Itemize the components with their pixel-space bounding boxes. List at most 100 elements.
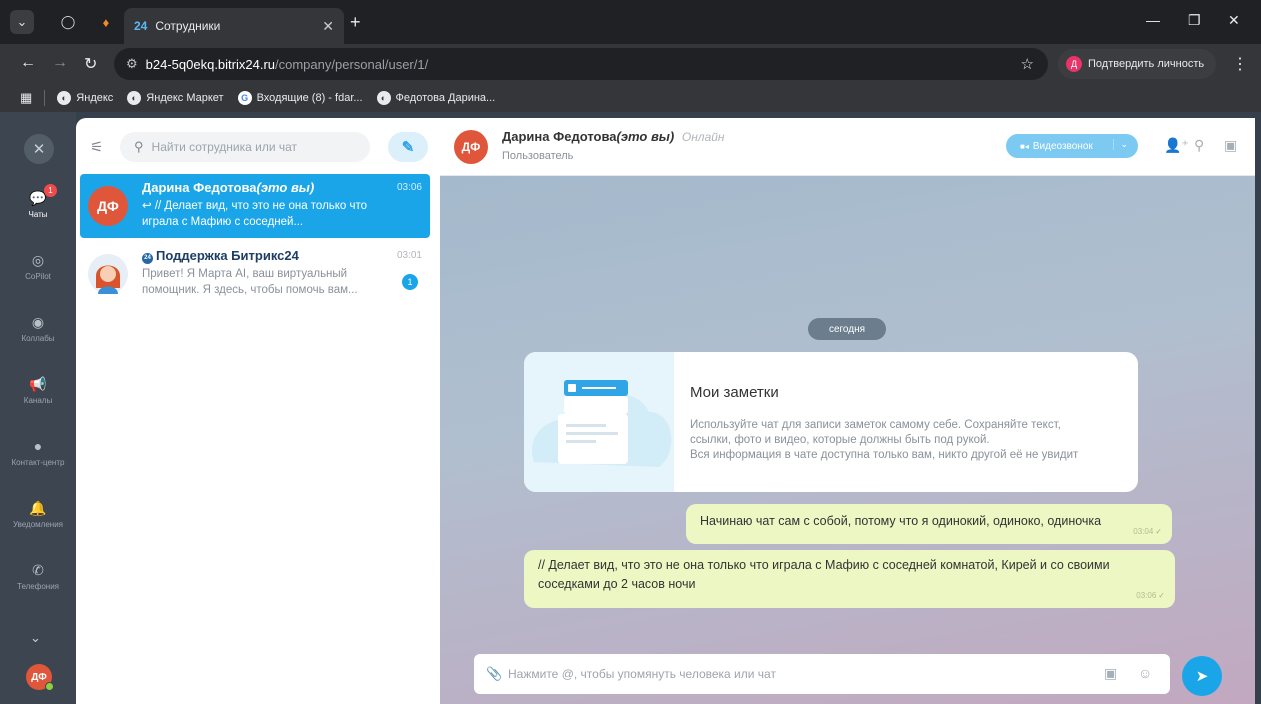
bookmarks-bar: ▦ ◐ Яндекс ◐ Яндекс Маркет G Входящие (8) -… xyxy=(0,84,1261,112)
sidebar-toggle-icon[interactable]: ▣ xyxy=(1224,137,1237,154)
new-chat-button[interactable]: ✎ xyxy=(388,132,428,162)
minimize-button[interactable]: — xyxy=(1146,12,1160,28)
send-icon: ➤ xyxy=(1195,668,1209,685)
notes-illustration-icon xyxy=(524,352,674,492)
new-tab-button[interactable]: + xyxy=(350,12,361,33)
check-icon: ✓ xyxy=(1155,527,1162,536)
chat-preview: ↩ // Делает вид, что это не она только ч… xyxy=(142,200,368,228)
notes-info-card: Мои заметки Используйте чат для записи з… xyxy=(524,352,1138,492)
nav-item-label: Чаты xyxy=(28,210,48,219)
message-text: // Делает вид, что это не она только что… xyxy=(538,558,1110,591)
google-icon: G xyxy=(237,91,252,105)
window-close-button[interactable]: ✕ xyxy=(1228,12,1240,29)
nav-item-channels[interactable]: 📢 Каналы xyxy=(0,376,76,405)
chevron-down-icon[interactable]: ⌄ xyxy=(30,630,41,646)
nav-item-label: Контакт-центр xyxy=(11,458,65,467)
search-icon: ⚲ xyxy=(134,139,144,154)
url-path: /company/personal/user/1/ xyxy=(275,56,429,72)
close-messenger-button[interactable]: ✕ xyxy=(24,134,54,164)
notes-title: Мои заметки xyxy=(690,384,779,401)
url-host: b24-5q0ekq.bitrix24.ru xyxy=(145,56,276,72)
nav-item-contact-center[interactable]: ● Контакт-центр xyxy=(0,438,76,467)
notes-description: Используйте чат для записи заметок самом… xyxy=(690,419,1079,461)
video-call-button[interactable]: ■◂ Видеозвонок ⌄ xyxy=(1006,134,1138,158)
bookmark-star-icon[interactable]: ☆ xyxy=(1021,55,1034,73)
chat-list-item[interactable]: 24 Поддержка Битрикс24 03:01 Привет! Я Ма… xyxy=(80,242,430,306)
nav-item-collabs[interactable]: ◉ Коллабы xyxy=(0,314,76,343)
chevron-down-icon[interactable]: ⌄ xyxy=(1113,139,1128,150)
restore-button[interactable]: ❐ xyxy=(1188,12,1201,29)
globe-icon: ◐ xyxy=(57,91,72,105)
chat-subtitle: Пользователь xyxy=(502,150,574,162)
profile-avatar: Д xyxy=(1066,56,1082,72)
avatar: ДФ xyxy=(88,186,128,226)
reload-icon[interactable]: ↻ xyxy=(84,54,97,74)
filter-icon[interactable]: ⚟ xyxy=(90,138,103,156)
date-divider: сегодня xyxy=(808,318,886,340)
smile-icon[interactable]: ☺ xyxy=(1138,665,1152,681)
chat-panel: ДФ Дарина Федотова(это вы) Онлайн Пользо… xyxy=(440,118,1255,704)
tab-close-icon[interactable]: ✕ xyxy=(322,18,334,35)
search-placeholder: Найти сотрудника или чат xyxy=(151,140,298,154)
messenger-sidebar: ✕ 💬 1 Чаты ◎ CoPilot ◉ Коллабы 📢 Каналы … xyxy=(0,112,76,704)
chat-list-item[interactable]: ДФ Дарина Федотова(это вы) 03:06 ↩ // Де… xyxy=(80,174,430,238)
address-bar[interactable]: ⚙ b24-5q0ekq.bitrix24.ru/company/persona… xyxy=(114,48,1048,80)
online-status-dot xyxy=(45,682,54,691)
message-input[interactable]: 📎 Нажмите @, чтобы упомянуть человека ил… xyxy=(474,654,1170,694)
bookmark-yandex[interactable]: ◐ Яндекс xyxy=(57,91,113,105)
compose-icon: ✎ xyxy=(401,139,415,156)
globe-icon: ◐ xyxy=(127,91,142,105)
bookmark-fedotova[interactable]: ◐ Федотова Дарина... xyxy=(376,91,495,105)
search-input[interactable]: ⚲ Найти сотрудника или чат xyxy=(120,132,370,162)
attach-icon[interactable]: 📎 xyxy=(486,666,502,682)
chat-title[interactable]: Дарина Федотова(это вы) Онлайн xyxy=(502,129,725,144)
nav-item-telephony[interactable]: ✆ Телефония xyxy=(0,562,76,591)
browser-toolbar: ← → ↻ ⚙ b24-5q0ekq.bitrix24.ru/company/p… xyxy=(0,44,1261,84)
browser-menu-icon[interactable]: ⋮ xyxy=(1232,54,1248,74)
avatar xyxy=(88,254,128,294)
nav-item-copilot[interactable]: ◎ CoPilot xyxy=(0,252,76,281)
bitrix24-badge-icon: 24 xyxy=(142,252,153,264)
search-icon[interactable]: ⚲ xyxy=(1194,137,1204,154)
add-user-icon[interactable]: 👤⁺ xyxy=(1164,137,1189,154)
nav-item-chats[interactable]: 💬 1 Чаты xyxy=(0,184,76,219)
bookmark-yandex-market[interactable]: ◐ Яндекс Маркет xyxy=(127,91,224,105)
message-area: сегодня Мои заметки Используйте чат для … xyxy=(440,176,1255,704)
chat-name: Дарина Федотова(это вы) xyxy=(142,180,315,195)
bell-icon: 🔔 xyxy=(29,500,47,516)
megaphone-icon: 📢 xyxy=(29,376,47,392)
nav-item-notifications[interactable]: 🔔 Уведомления xyxy=(0,500,76,529)
contact-center-icon: ● xyxy=(33,438,43,454)
verify-identity-button[interactable]: Д Подтвердить личность xyxy=(1058,49,1216,79)
send-button[interactable]: ➤ xyxy=(1182,656,1222,696)
message-bubble[interactable]: // Делает вид, что это не она только что… xyxy=(524,550,1175,608)
apps-grid-icon[interactable]: ▦ xyxy=(20,90,32,106)
nav-item-label: Коллабы xyxy=(21,334,55,343)
avatar[interactable]: ДФ xyxy=(454,130,488,164)
bookmark-inbox[interactable]: G Входящие (8) - fdar... xyxy=(237,91,363,105)
back-arrow-icon[interactable]: ← xyxy=(20,54,36,72)
forward-arrow-icon[interactable]: → xyxy=(52,54,68,72)
site-settings-icon[interactable]: ⚙ xyxy=(126,56,138,72)
browser-tab-bar: ⌄ ◯ ♦ 24 Сотрудники ✕ + — ❐ ✕ xyxy=(0,0,1261,44)
phone-icon: ✆ xyxy=(32,562,44,578)
browser-tab[interactable]: 24 Сотрудники ✕ xyxy=(124,8,344,44)
message-text: Начинаю чат сам с собой, потому что я од… xyxy=(700,514,1102,528)
tab-search-button[interactable]: ⌄ xyxy=(10,10,34,34)
message-time: 03:06 ✓ xyxy=(1136,591,1165,600)
message-bubble[interactable]: Начинаю чат сам с собой, потому что я од… xyxy=(686,504,1172,544)
unread-badge: 1 xyxy=(402,274,418,290)
nav-item-label: CoPilot xyxy=(25,272,51,281)
gift-icon[interactable]: ▣ xyxy=(1104,665,1117,682)
user-avatar[interactable]: ДФ xyxy=(26,664,54,691)
github-icon[interactable]: ◯ xyxy=(56,10,80,34)
online-status: Онлайн xyxy=(681,130,725,144)
collab-icon: ◉ xyxy=(31,314,45,330)
message-time: 03:04 ✓ xyxy=(1133,527,1162,536)
flame-icon[interactable]: ♦ xyxy=(94,10,118,34)
nav-item-label: Уведомления xyxy=(12,520,64,529)
chat-name: 24 Поддержка Битрикс24 xyxy=(142,248,299,264)
nav-item-label: Каналы xyxy=(23,396,53,405)
copilot-icon: ◎ xyxy=(31,252,45,268)
chat-list-panel: ⚟ ⚲ Найти сотрудника или чат ✎ ДФ Дарина… xyxy=(76,118,440,704)
